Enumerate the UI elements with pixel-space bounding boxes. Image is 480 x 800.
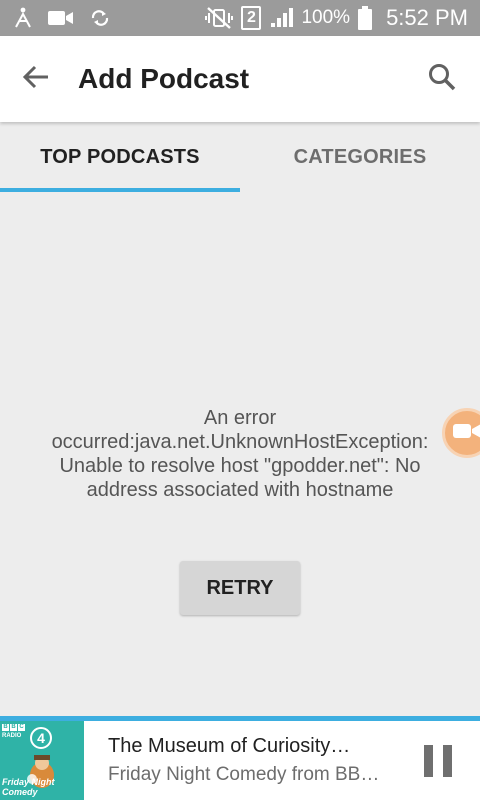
- search-icon: [427, 62, 457, 97]
- radio-4-logo: 4: [30, 727, 52, 749]
- video-camera-icon: [453, 421, 480, 446]
- now-playing-info[interactable]: The Museum of Curiosity… Friday Night Co…: [84, 735, 396, 786]
- search-button[interactable]: [404, 36, 480, 122]
- sim-icon: 2: [241, 6, 262, 30]
- episode-title: The Museum of Curiosity…: [108, 735, 351, 757]
- sync-icon: [90, 9, 110, 27]
- signal-icon: [269, 7, 294, 29]
- battery-icon: [358, 6, 373, 30]
- radio-label: RADIO: [2, 733, 22, 739]
- video-record-icon: [48, 9, 74, 27]
- tab-categories[interactable]: CATEGORIES: [240, 122, 480, 192]
- bbc-logo: B B C: [2, 724, 25, 731]
- app-bar: Add Podcast: [0, 36, 480, 122]
- error-message: An error occurred:java.net.UnknownHostEx…: [51, 407, 429, 501]
- battery-percent: 100%: [301, 7, 351, 28]
- retry-button[interactable]: RETRY: [180, 561, 300, 615]
- cover-caption: Friday Night Comedy: [2, 777, 55, 797]
- episode-subtitle: Friday Night Comedy from BB…: [108, 764, 380, 785]
- accessibility-icon: [14, 7, 32, 29]
- pause-icon: [419, 744, 457, 777]
- tab-content: An error occurred:java.net.UnknownHostEx…: [0, 192, 480, 716]
- back-arrow-icon: [22, 63, 50, 96]
- back-button[interactable]: [0, 36, 72, 122]
- now-playing-bar[interactable]: B B C RADIO 4 Friday Night Comedy The Mu…: [0, 716, 480, 800]
- tab-top-podcasts[interactable]: TOP PODCASTS: [0, 122, 240, 192]
- tab-bar: TOP PODCASTS CATEGORIES: [0, 122, 480, 192]
- pause-button[interactable]: [396, 721, 480, 800]
- clock: 5:52 PM: [386, 5, 468, 30]
- podcast-cover-art: B B C RADIO 4 Friday Night Comedy: [0, 721, 84, 800]
- mute-vibrate-icon: [205, 7, 234, 29]
- page-title: Add Podcast: [78, 63, 250, 94]
- status-bar: 2 100% 5:52 PM: [0, 0, 480, 36]
